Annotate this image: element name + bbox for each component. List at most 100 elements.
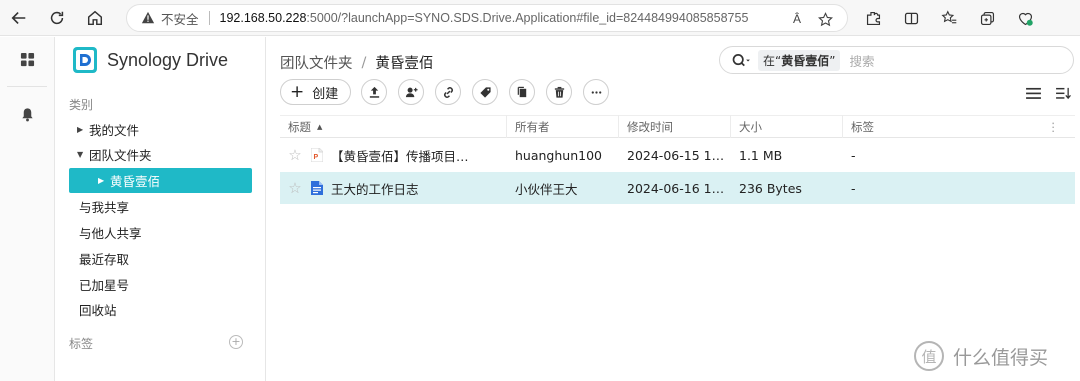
file-size: 236 Bytes <box>739 180 802 196</box>
file-tags: - <box>851 180 856 196</box>
sidebar-item-shared-with-me[interactable]: 与我共享 <box>69 194 252 219</box>
back-icon[interactable] <box>0 0 38 36</box>
sort-icon[interactable] <box>1051 83 1075 103</box>
address-bar[interactable]: 不安全 192.168.50.228:5000/?launchApp=SYNO.… <box>126 4 848 32</box>
column-options-icon[interactable]: ⋮ <box>1048 120 1060 134</box>
doc-file-icon <box>311 181 323 195</box>
sidebar-item-label: 最近存取 <box>79 252 130 267</box>
table-row[interactable]: ☆ 王大的工作日志 小伙伴王大 2024-06-16 1… 236 Bytes … <box>280 172 1075 204</box>
ppt-file-icon: P <box>311 148 323 162</box>
watermark: 值 什么值得买 <box>914 341 1048 371</box>
watermark-logo: 值 <box>914 341 944 371</box>
home-icon[interactable] <box>76 0 114 36</box>
file-tags: - <box>851 147 856 163</box>
file-owner: 小伙伴王大 <box>515 181 578 197</box>
search-box[interactable]: 在“黄昏壹佰” 搜索 <box>719 46 1074 74</box>
breadcrumb-separator: / <box>361 54 367 71</box>
browser-toolbar: 不安全 192.168.50.228:5000/?launchApp=SYNO.… <box>0 0 1080 36</box>
notification-bell-icon[interactable] <box>0 93 55 135</box>
file-table: 标题 ▲ 所有者 修改时间 大小 标签 ⋮ ☆ P 【黄昏壹佰】传播项目… hu… <box>280 115 1075 204</box>
favorites-icon[interactable] <box>930 0 968 36</box>
file-size: 1.1 MB <box>739 147 783 163</box>
browser-essentials-icon[interactable] <box>1006 0 1044 36</box>
split-screen-icon[interactable] <box>892 0 930 36</box>
tags-label: 标签 <box>69 337 94 351</box>
scope-name: 黄昏壹佰 <box>781 53 830 68</box>
extensions-icon[interactable] <box>854 0 892 36</box>
breadcrumb: 团队文件夹 / 黄昏壹佰 <box>280 52 433 73</box>
file-modified: 2024-06-16 1… <box>627 180 725 196</box>
sidebar-item-label: 我的文件 <box>89 123 140 138</box>
watermark-glyph: 值 <box>921 347 937 366</box>
sidebar-item-recent[interactable]: 最近存取 <box>69 246 252 271</box>
insecure-label[interactable]: 不安全 <box>161 9 199 28</box>
url-host: 192.168.50.228 <box>219 11 307 25</box>
list-view-icon[interactable] <box>1021 83 1045 103</box>
column-label: 大小 <box>739 119 762 134</box>
column-tags[interactable]: 标签 ⋮ <box>843 115 1063 138</box>
column-title[interactable]: 标题 ▲ <box>280 115 507 138</box>
table-row[interactable]: ☆ P 【黄昏壹佰】传播项目… huanghun100 2024-06-15 1… <box>280 139 1075 171</box>
search-scope-chip[interactable]: 在“黄昏壹佰” <box>758 49 841 71</box>
favorite-star-icon[interactable] <box>811 11 839 27</box>
star-icon[interactable]: ☆ <box>283 146 307 164</box>
synology-drive-logo <box>73 47 97 73</box>
file-title[interactable]: 王大的工作日志 <box>331 179 419 198</box>
apps-grid-icon[interactable] <box>0 38 55 80</box>
column-label: 所有者 <box>515 119 550 134</box>
refresh-icon[interactable] <box>38 0 76 36</box>
add-tag-icon[interactable]: + <box>229 335 243 349</box>
category-label: 类别 <box>69 98 94 112</box>
brand-name: Synology Drive <box>107 49 229 70</box>
column-label: 标题 <box>288 119 311 134</box>
column-size[interactable]: 大小 <box>731 115 843 138</box>
scope-suffix: ” <box>829 53 836 68</box>
column-label: 标签 <box>851 119 874 134</box>
expand-right-icon[interactable]: ▶ <box>98 176 110 185</box>
sidebar-item-label: 与我共享 <box>79 200 130 215</box>
warning-icon[interactable] <box>141 11 155 25</box>
search-icon[interactable] <box>730 53 752 68</box>
sidebar-item-my-files[interactable]: ▶ 我的文件 <box>69 117 252 142</box>
table-header: 标题 ▲ 所有者 修改时间 大小 标签 ⋮ <box>280 115 1075 138</box>
file-owner: huanghun100 <box>515 147 602 163</box>
create-button[interactable]: + 创建 <box>280 79 352 105</box>
main-panel: 团队文件夹 / 黄昏壹佰 在“黄昏壹佰” 搜索 + 创建 标题 ▲ 所有者 修改… <box>267 37 1080 381</box>
link-icon[interactable] <box>435 79 462 105</box>
collections-icon[interactable] <box>968 0 1006 36</box>
sidebar-item-recycle-bin[interactable]: 回收站 <box>69 297 252 322</box>
brand: Synology Drive <box>72 46 228 74</box>
sidebar-item-label: 已加星号 <box>79 278 130 293</box>
sidebar: Synology Drive 类别 ▶ 我的文件 ▼ 团队文件夹 ▶ 黄昏壹佰 … <box>56 37 266 381</box>
column-label: 修改时间 <box>627 119 673 134</box>
sidebar-item-starred[interactable]: 已加星号 <box>69 272 252 297</box>
sidebar-item-team-folder[interactable]: ▼ 团队文件夹 <box>69 142 252 167</box>
read-aloud-icon[interactable]: Â <box>783 11 811 27</box>
expand-right-icon[interactable]: ▶ <box>77 125 89 134</box>
sidebar-item-label: 团队文件夹 <box>89 148 152 163</box>
watermark-text: 什么值得买 <box>953 346 1049 369</box>
sidebar-item-shared-with-others[interactable]: 与他人共享 <box>69 220 252 245</box>
sort-ascending-icon: ▲ <box>317 122 323 131</box>
trash-icon[interactable] <box>546 79 573 105</box>
address-divider <box>208 11 210 25</box>
upload-icon[interactable] <box>361 79 388 105</box>
file-title[interactable]: 【黄昏壹佰】传播项目… <box>331 146 469 165</box>
toolbar: + 创建 <box>280 79 620 105</box>
rail-divider <box>7 86 47 87</box>
copy-icon[interactable] <box>509 79 536 105</box>
breadcrumb-root[interactable]: 团队文件夹 <box>280 52 353 73</box>
sidebar-item-huanghun100[interactable]: ▶ 黄昏壹佰 <box>69 168 252 193</box>
star-icon[interactable]: ☆ <box>283 179 307 197</box>
more-actions-icon[interactable] <box>583 79 610 105</box>
column-owner[interactable]: 所有者 <box>507 115 619 138</box>
search-input[interactable]: 搜索 <box>849 51 874 70</box>
expand-down-icon[interactable]: ▼ <box>77 150 89 159</box>
add-user-icon[interactable] <box>398 79 425 105</box>
sidebar-item-label: 回收站 <box>79 303 117 318</box>
tag-icon[interactable] <box>472 79 499 105</box>
sidebar-item-label: 黄昏壹佰 <box>110 174 161 189</box>
plus-icon: + <box>290 81 305 102</box>
file-modified: 2024-06-15 1… <box>627 147 725 163</box>
column-modified[interactable]: 修改时间 <box>619 115 731 138</box>
